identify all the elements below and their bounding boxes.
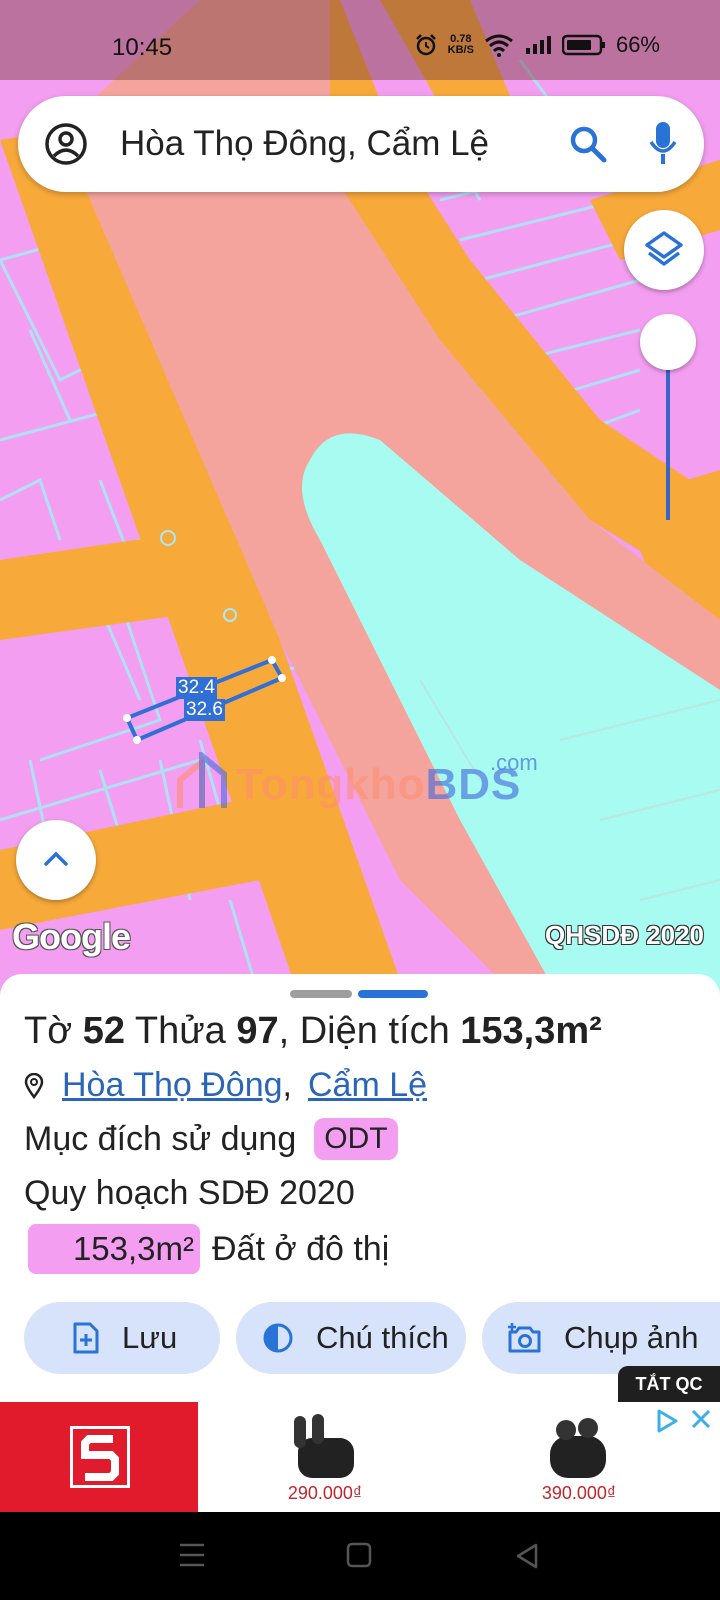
ward-link[interactable]: Hòa Thọ Đông xyxy=(62,1066,283,1105)
location-row: Hòa Thọ Đông, Cẩm Lệ xyxy=(24,1066,427,1105)
sheet-number: 52 xyxy=(82,1010,125,1052)
status-time: 10:45 xyxy=(112,34,173,61)
legend-label: Chú thích xyxy=(316,1320,449,1355)
capture-button[interactable]: Chụp ảnh xyxy=(482,1302,720,1374)
parcel-area: 153,3m² xyxy=(460,1010,602,1052)
watermark: TongkhoBDS xyxy=(180,760,521,810)
layers-icon xyxy=(645,231,683,266)
battery-percent: 66% xyxy=(615,32,660,57)
opacity-slider-thumb[interactable] xyxy=(640,314,696,370)
status-icons: 0.78 KB/S 66% xyxy=(414,32,660,58)
sheet-handle-active[interactable] xyxy=(358,990,428,998)
map-view[interactable]: 10:45 0.78 KB/S 66% Hòa Thọ Đông, Cẩm Lệ… xyxy=(0,0,720,1000)
purpose-code-badge: ODT xyxy=(314,1118,398,1160)
mic-icon[interactable] xyxy=(648,120,678,166)
camera-icon xyxy=(508,1323,541,1353)
layers-button[interactable] xyxy=(624,210,704,290)
contrast-icon xyxy=(263,1323,293,1353)
ad-price-2: 390.000₫ xyxy=(541,1483,617,1503)
status-bar: 10:45 0.78 KB/S 66% xyxy=(0,0,720,80)
ad-choices-icon[interactable] xyxy=(654,1408,680,1434)
location-separator: , xyxy=(282,1066,292,1104)
search-icon[interactable] xyxy=(568,124,608,164)
legend-button[interactable]: Chú thích xyxy=(236,1302,466,1374)
ad-product-2[interactable]: 390.000₫ xyxy=(504,1410,654,1510)
parcel-edge-label: 32.4 xyxy=(176,677,217,699)
hide-ad-button[interactable]: TẮT QC xyxy=(618,1366,720,1402)
sheet-handle[interactable] xyxy=(290,990,352,998)
ad-price-1: 290.000₫ xyxy=(287,1483,363,1503)
brand-s-icon xyxy=(81,1435,119,1481)
earbuds-icon xyxy=(294,1414,354,1478)
add-file-icon xyxy=(73,1322,99,1354)
google-logo: Google xyxy=(12,916,131,957)
save-button[interactable]: Lưu xyxy=(24,1302,220,1374)
home-icon[interactable] xyxy=(346,1542,372,1568)
search-bar[interactable]: Hòa Thọ Đông, Cẩm Lệ xyxy=(18,96,704,192)
parcel-title: Tờ 52 Thửa 97, Diện tích 153,3m² xyxy=(24,1010,602,1053)
plan-label: Quy hoạch SDĐ 2020 xyxy=(24,1174,355,1212)
earbuds-icon xyxy=(550,1418,606,1478)
ad-product-1[interactable]: 290.000₫ xyxy=(250,1410,400,1510)
plan-area-chip: 153,3m² xyxy=(28,1224,200,1274)
watermark-part1: Tongkho xyxy=(236,760,426,809)
expand-button[interactable] xyxy=(16,820,96,900)
wifi-icon xyxy=(485,34,513,57)
chevron-up-icon xyxy=(44,851,68,866)
ad-logo-box xyxy=(70,1426,130,1488)
account-circle-icon[interactable] xyxy=(44,122,88,166)
network-speed-unit: KB/S xyxy=(447,44,474,56)
capture-label: Chụp ảnh xyxy=(564,1320,699,1355)
search-input[interactable]: Hòa Thọ Đông, Cẩm Lệ xyxy=(120,124,550,164)
parcel-title-prefix: Tờ xyxy=(24,1010,83,1052)
plan-land-type: Đất ở đô thị xyxy=(212,1229,390,1268)
area-label: , Diện tích xyxy=(278,1010,461,1052)
parcel-info-sheet[interactable]: Tờ 52 Thửa 97, Diện tích 153,3m² Hòa Thọ… xyxy=(0,974,720,1402)
location-pin-icon xyxy=(24,1072,44,1099)
battery-icon xyxy=(561,34,605,56)
plan-area-row: 153,3m² Đất ở đô thị xyxy=(28,1224,389,1274)
signal-icon xyxy=(525,36,551,54)
purpose-row: Mục đích sử dụng ODT xyxy=(24,1118,398,1160)
ad-brand-logo[interactable] xyxy=(0,1402,198,1512)
system-nav-bar xyxy=(0,1512,720,1600)
save-label: Lưu xyxy=(122,1320,178,1355)
back-icon[interactable] xyxy=(514,1542,540,1570)
ad-banner[interactable]: 290.000₫ 390.000₫ xyxy=(0,1402,720,1512)
menu-icon[interactable] xyxy=(178,1542,206,1568)
purpose-label: Mục đích sử dụng xyxy=(24,1119,297,1158)
district-link[interactable]: Cẩm Lệ xyxy=(308,1066,427,1105)
network-speed: 0.78 KB/S xyxy=(448,34,474,56)
ad-controls xyxy=(654,1408,712,1434)
parcel-title-mid: Thửa xyxy=(124,1010,237,1052)
plot-number: 97 xyxy=(236,1010,279,1052)
close-icon[interactable] xyxy=(690,1408,712,1430)
map-layer-tag: QHSDĐ 2020 xyxy=(545,920,704,950)
alarm-icon xyxy=(415,34,436,56)
parcel-edge-label: 32.6 xyxy=(184,699,225,721)
watermark-suffix: .com xyxy=(490,750,538,775)
